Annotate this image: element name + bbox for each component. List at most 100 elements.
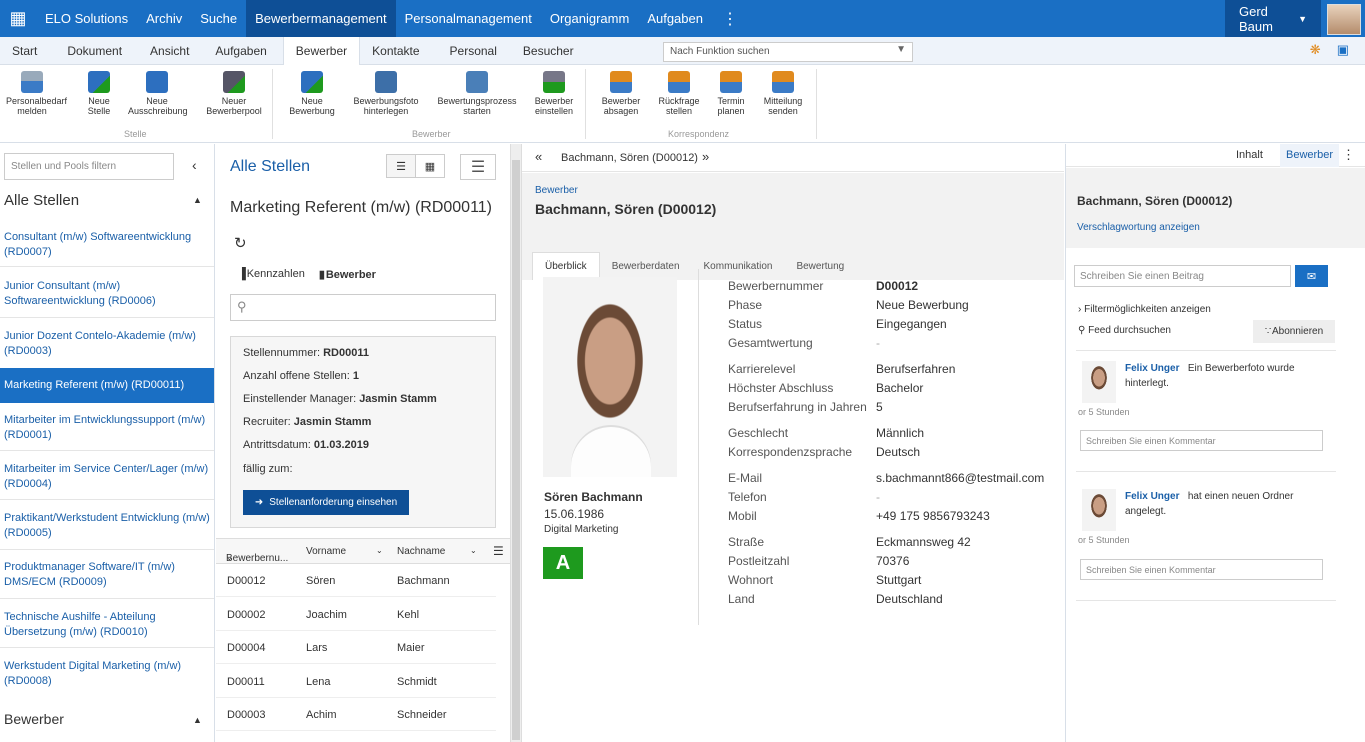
avatar[interactable]	[1327, 4, 1361, 35]
table-row[interactable]: D00002 Joachim Kehl	[216, 598, 496, 631]
message-icon	[772, 71, 794, 93]
bewertungsprozess-button[interactable]: Bewertungsprozess starten	[436, 71, 518, 116]
kennzahlen-link[interactable]: ▐ Kennzahlen	[238, 268, 305, 281]
mitteilung-senden-button[interactable]: Mitteilung senden	[760, 71, 806, 116]
settings-icon[interactable]: ❋	[1310, 42, 1321, 58]
position-item[interactable]: Produktmanager Software/IT (m/w) DMS/ECM…	[0, 560, 214, 590]
position-item[interactable]: Junior Dozent Contelo-Akademie (m/w) (RD…	[0, 329, 214, 359]
bewerber-label: Bewerber	[325, 269, 376, 281]
field-value: Neue Bewerbung	[876, 298, 969, 312]
applicant-search-input[interactable]: ⚲	[230, 294, 496, 321]
panel-scrollbar[interactable]	[510, 144, 522, 742]
neuer-bewerberpool-button[interactable]: Neuer Bewerberpool	[205, 71, 263, 116]
bewerber-einstellen-button[interactable]: Bewerber einstellen	[530, 71, 578, 116]
rueckfrage-button[interactable]: Rückfrage stellen	[656, 71, 702, 116]
position-item[interactable]: Technische Aushilfe - Abteilung Übersetz…	[0, 610, 214, 640]
more-options-icon[interactable]: ⋮	[712, 9, 748, 29]
bewerber-link[interactable]: ▮ Bewerber	[319, 268, 376, 281]
tab-inhalt[interactable]: Inhalt	[1236, 149, 1263, 161]
chevron-down-icon[interactable]: ⌄	[470, 546, 477, 555]
tab-bewertung[interactable]: Bewertung	[784, 252, 856, 280]
list-view-icon[interactable]: ☰	[386, 154, 416, 178]
tab-bewerberdaten[interactable]: Bewerberdaten	[600, 252, 692, 280]
tab-aufgaben[interactable]: Aufgaben	[203, 37, 278, 65]
comment-input[interactable]: Schreiben Sie einen Kommentar	[1080, 559, 1323, 580]
more-options-icon[interactable]: ⋮	[1342, 147, 1355, 163]
nav-elo-solutions[interactable]: ELO Solutions	[36, 0, 137, 37]
position-item[interactable]: Mitarbeiter im Entwicklungssupport (m/w)…	[0, 413, 214, 443]
position-item[interactable]: Junior Consultant (m/w) Softwareentwickl…	[0, 279, 214, 309]
termin-planen-button[interactable]: Termin planen	[714, 71, 748, 116]
feed-author-avatar[interactable]	[1082, 489, 1116, 531]
user-menu[interactable]: Gerd Baum ▼	[1225, 0, 1321, 37]
bewerber-absagen-button[interactable]: Bewerber absagen	[598, 71, 644, 116]
value: 01.03.2019	[313, 439, 369, 451]
apps-grid-icon[interactable]: ▦	[0, 0, 36, 37]
tab-ueberblick[interactable]: Überblick	[532, 252, 600, 280]
feed-author[interactable]: Felix Unger	[1125, 363, 1179, 374]
positions-header[interactable]: Alle Stellen	[4, 192, 79, 209]
feed-author[interactable]: Felix Unger	[1125, 491, 1179, 502]
table-row[interactable]: D00011 Lena Schmidt	[216, 665, 496, 698]
comment-input[interactable]: Schreiben Sie einen Kommentar	[1080, 430, 1323, 451]
position-item[interactable]: Werkstudent Digital Marketing (m/w) (RD0…	[0, 659, 214, 689]
nav-personalmanagement[interactable]: Personalmanagement	[396, 0, 541, 37]
position-item[interactable]: Consultant (m/w) Softwareentwicklung (RD…	[0, 230, 214, 260]
post-send-button[interactable]: ✉	[1295, 265, 1328, 287]
show-tags-link[interactable]: Verschlagwortung anzeigen	[1077, 222, 1200, 233]
table-row[interactable]: D00003 Achim Schneider	[216, 698, 496, 731]
column-header[interactable]: Vorname	[306, 546, 346, 557]
search-feed-toggle[interactable]: ⚲ Feed durchsuchen	[1078, 325, 1171, 336]
nav-suche[interactable]: Suche	[191, 0, 246, 37]
tab-kontakte[interactable]: Kontakte	[360, 37, 431, 65]
fullscreen-icon[interactable]: ▣	[1337, 42, 1349, 58]
neue-stelle-button[interactable]: Neue Stelle	[84, 71, 114, 116]
field-label: Korrespondenzsprache	[728, 445, 853, 459]
caret-up-icon[interactable]: ▲	[193, 715, 202, 725]
subscribe-button[interactable]: ∵ Abonnieren	[1253, 320, 1335, 343]
tab-start[interactable]: Start	[0, 37, 49, 65]
column-header[interactable]: Nachname	[397, 546, 445, 557]
tab-ansicht[interactable]: Ansicht	[138, 37, 201, 65]
position-item[interactable]: Praktikant/Werkstudent Entwicklung (m/w)…	[0, 511, 214, 541]
stellenanforderung-button[interactable]: ➜ Stellenanforderung einsehen	[243, 490, 409, 515]
collapse-chevron-left-icon[interactable]: ‹	[192, 157, 197, 173]
tab-personal[interactable]: Personal	[438, 37, 509, 65]
field-value[interactable]: s.bachmannt866@testmail.com	[876, 471, 1044, 485]
tab-bewerber[interactable]: Bewerber	[282, 36, 361, 66]
tab-bewerber-feed[interactable]: Bewerber	[1280, 144, 1340, 167]
position-item[interactable]: Mitarbeiter im Service Center/Lager (m/w…	[0, 462, 214, 492]
job-title: Marketing Referent (m/w) (RD00011)	[230, 199, 493, 216]
applicants-header[interactable]: Bewerber	[4, 711, 64, 727]
feed-author-avatar[interactable]	[1082, 361, 1116, 403]
nav-archiv[interactable]: Archiv	[137, 0, 191, 37]
nav-organigramm[interactable]: Organigramm	[541, 0, 638, 37]
tab-kommunikation[interactable]: Kommunikation	[692, 252, 785, 280]
record-type[interactable]: Bewerber	[535, 185, 578, 196]
table-row[interactable]: D00012 Sören Bachmann	[216, 564, 496, 597]
personalbedarf-button[interactable]: Personalbedarf melden	[6, 71, 67, 116]
nav-bewerbermanagement[interactable]: Bewerbermanagement	[246, 0, 396, 37]
tab-dokument[interactable]: Dokument	[55, 37, 134, 65]
neue-ausschreibung-button[interactable]: Neue Ausschreibung	[128, 71, 188, 116]
neue-bewerbung-button[interactable]: Neue Bewerbung	[288, 71, 336, 116]
menu-icon[interactable]: ☰	[460, 154, 496, 180]
table-row[interactable]: D00004 Lars Maier	[216, 631, 496, 664]
post-input[interactable]: Schreiben Sie einen Beitrag	[1074, 265, 1291, 287]
next-record-icon[interactable]: »	[702, 149, 709, 164]
function-search-input[interactable]: Nach Funktion suchen ▼	[663, 42, 913, 62]
divider	[1076, 600, 1336, 601]
tile-view-icon[interactable]: ▦	[415, 154, 445, 178]
caret-up-icon[interactable]: ▲	[193, 195, 202, 205]
show-filter-toggle[interactable]: › Filtermöglichkeiten anzeigen	[1078, 304, 1211, 315]
previous-record-icon[interactable]: «	[535, 149, 542, 164]
position-item-selected[interactable]: Marketing Referent (m/w) (RD00011)	[0, 368, 214, 403]
bewerbungsfoto-button[interactable]: Bewerbungsfoto hinterlegen	[352, 71, 420, 116]
scrollbar-thumb[interactable]	[512, 160, 520, 740]
tab-besucher[interactable]: Besucher	[511, 37, 586, 65]
column-menu-icon[interactable]: ☰	[493, 544, 504, 558]
refresh-icon[interactable]: ↻	[234, 234, 247, 252]
chevron-down-icon[interactable]: ⌄	[376, 546, 383, 555]
nav-aufgaben[interactable]: Aufgaben	[638, 0, 712, 37]
positions-filter-input[interactable]: Stellen und Pools filtern	[4, 153, 174, 180]
